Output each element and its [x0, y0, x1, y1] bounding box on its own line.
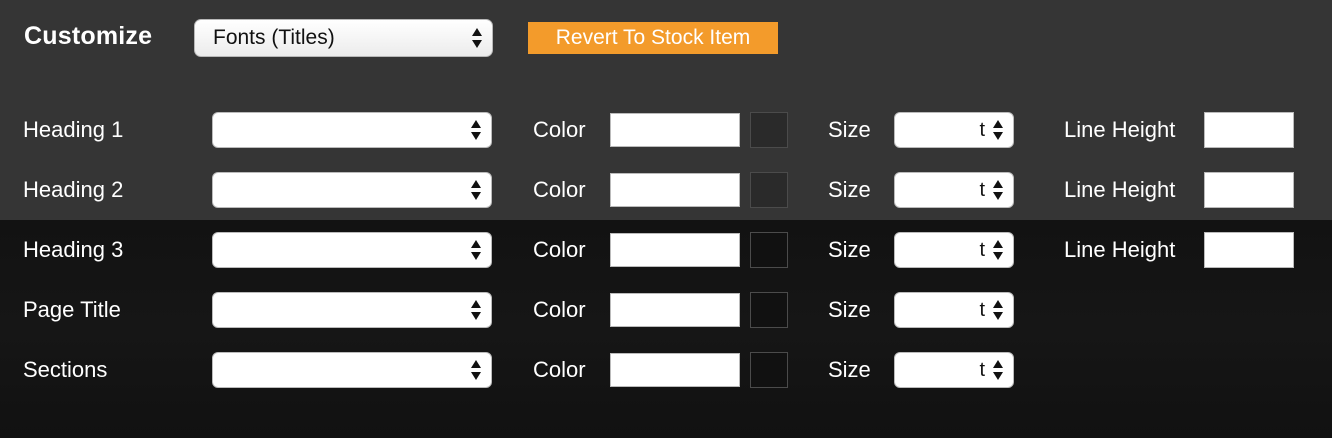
font-family-select[interactable] [212, 232, 492, 268]
up-down-arrows-icon [993, 239, 1003, 261]
font-row-heading-1: Heading 1 Color Size t Line Height [0, 111, 1332, 149]
row-label: Sections [23, 357, 108, 382]
revert-to-stock-button[interactable]: Revert To Stock Item [528, 22, 778, 54]
color-label: Color [533, 297, 586, 322]
size-select[interactable]: t [894, 232, 1014, 268]
color-swatch[interactable] [750, 112, 788, 148]
color-input[interactable] [610, 113, 740, 147]
font-row-sections: Sections Color Size t [0, 351, 1332, 389]
up-down-arrows-icon [993, 299, 1003, 321]
color-swatch[interactable] [750, 172, 788, 208]
size-select[interactable]: t [894, 172, 1014, 208]
color-input[interactable] [610, 353, 740, 387]
up-down-arrows-icon [471, 179, 481, 201]
up-down-arrows-icon [993, 359, 1003, 381]
customize-category-value: Fonts (Titles) [213, 26, 335, 49]
up-down-arrows-icon [471, 119, 481, 141]
row-label: Heading 3 [23, 237, 124, 262]
customize-header: Customize Fonts (Titles) Revert To Stock… [0, 0, 1332, 80]
up-down-arrows-icon [471, 239, 481, 261]
line-height-label: Line Height [1064, 117, 1176, 142]
up-down-arrows-icon [993, 119, 1003, 141]
up-down-arrows-icon [471, 299, 481, 321]
row-label: Page Title [23, 297, 121, 322]
customize-category-select[interactable]: Fonts (Titles) [194, 19, 493, 57]
color-input[interactable] [610, 293, 740, 327]
row-label: Heading 2 [23, 177, 124, 202]
page-title: Customize [24, 22, 153, 50]
size-select[interactable]: t [894, 352, 1014, 388]
line-height-input[interactable] [1204, 172, 1294, 208]
font-family-select[interactable] [212, 172, 492, 208]
size-select[interactable]: t [894, 292, 1014, 328]
color-swatch[interactable] [750, 292, 788, 328]
size-select[interactable]: t [894, 112, 1014, 148]
size-value: t [979, 179, 985, 201]
font-family-select[interactable] [212, 112, 492, 148]
line-height-label: Line Height [1064, 177, 1176, 202]
up-down-arrows-icon [471, 359, 481, 381]
size-value: t [979, 359, 985, 381]
size-label: Size [828, 237, 871, 262]
line-height-input[interactable] [1204, 232, 1294, 268]
size-label: Size [828, 297, 871, 322]
color-input[interactable] [610, 173, 740, 207]
up-down-arrows-icon [993, 179, 1003, 201]
font-row-page-title: Page Title Color Size t [0, 291, 1332, 329]
font-row-heading-3: Heading 3 Color Size t Line Height [0, 231, 1332, 269]
color-swatch[interactable] [750, 352, 788, 388]
font-family-select[interactable] [212, 352, 492, 388]
color-label: Color [533, 357, 586, 382]
line-height-label: Line Height [1064, 237, 1176, 262]
size-label: Size [828, 177, 871, 202]
color-label: Color [533, 237, 586, 262]
size-label: Size [828, 117, 871, 142]
color-swatch[interactable] [750, 232, 788, 268]
size-value: t [979, 119, 985, 141]
line-height-input[interactable] [1204, 112, 1294, 148]
color-input[interactable] [610, 233, 740, 267]
font-family-select[interactable] [212, 292, 492, 328]
size-value: t [979, 239, 985, 261]
row-label: Heading 1 [23, 117, 124, 142]
color-label: Color [533, 177, 586, 202]
color-label: Color [533, 117, 586, 142]
up-down-arrows-icon [472, 27, 482, 49]
font-row-heading-2: Heading 2 Color Size t Line Height [0, 171, 1332, 209]
size-value: t [979, 299, 985, 321]
size-label: Size [828, 357, 871, 382]
